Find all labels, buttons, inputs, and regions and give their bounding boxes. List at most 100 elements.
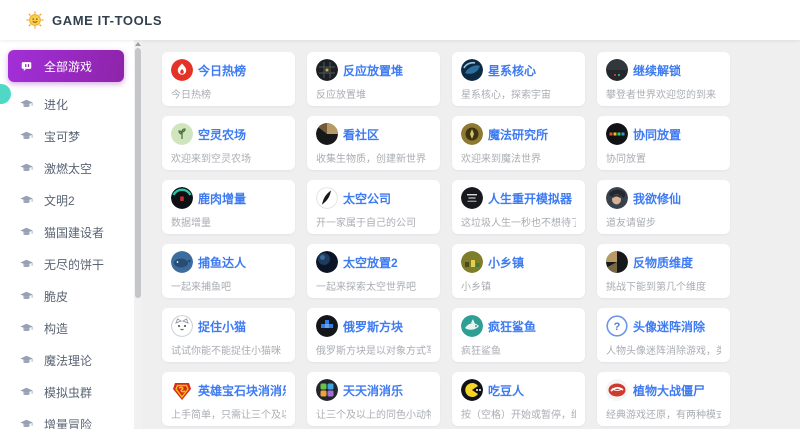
sidebar-item-5[interactable]: 猫国建设者 xyxy=(0,216,134,248)
sidebar-item-4[interactable]: 文明2 xyxy=(0,184,134,216)
game-card-header: 协同放置 xyxy=(606,123,721,145)
scrollbar-thumb[interactable] xyxy=(135,48,141,298)
sidebar-item-6[interactable]: 无尽的饼干 xyxy=(0,248,134,280)
game-card[interactable]: 太空放置2一起来探索太空世界吧 xyxy=(307,244,440,298)
graduation-cap-icon xyxy=(18,416,34,429)
game-card[interactable]: 反应放置堆反应放置堆 xyxy=(307,52,440,106)
game-card[interactable]: 植物大战僵尸经典游戏还原，有两种模式选择 xyxy=(597,372,730,426)
pie-tan2-icon xyxy=(606,251,628,273)
gold-rune-icon xyxy=(461,123,483,145)
game-card-header: 植物大战僵尸 xyxy=(606,379,721,401)
game-title-link[interactable]: 看社区 xyxy=(343,126,379,143)
game-card[interactable]: 太空公司开一家属于自己的公司 xyxy=(307,180,440,234)
game-card[interactable]: 继续解锁攀登者世界欢迎您的到来 xyxy=(597,52,730,106)
game-card-header: 吃豆人 xyxy=(461,379,576,401)
game-subtitle: 试试你能不能捉住小猫咪 xyxy=(171,342,286,357)
game-title-link[interactable]: 植物大战僵尸 xyxy=(633,382,705,399)
sidebar-item-11[interactable]: 增量冒险 xyxy=(0,408,134,429)
game-card[interactable]: 协同放置协同放置 xyxy=(597,116,730,170)
game-title-link[interactable]: 协同放置 xyxy=(633,126,681,143)
game-subtitle: 这垃圾人生一秒也不想待了 xyxy=(461,214,576,229)
graduation-cap-icon xyxy=(18,352,34,368)
game-card[interactable]: 疯狂鲨鱼疯狂鲨鱼 xyxy=(452,308,585,362)
game-card[interactable]: 今日热榜今日热榜 xyxy=(162,52,295,106)
sidebar-item-10[interactable]: 模拟虫群 xyxy=(0,376,134,408)
game-subtitle: 欢迎来到空灵农场 xyxy=(171,150,286,165)
text-screen-icon xyxy=(461,187,483,209)
rainbow-dark-icon xyxy=(606,123,628,145)
game-card[interactable]: 魔法研究所欢迎来到魔法世界 xyxy=(452,116,585,170)
game-card[interactable]: 小乡镇小乡镇 xyxy=(452,244,585,298)
game-card-header: 反应放置堆 xyxy=(316,59,431,81)
game-title-link[interactable]: 捉住小猫 xyxy=(198,318,246,335)
game-card-header: ?头像迷阵消除 xyxy=(606,315,721,337)
game-title-link[interactable]: 捕鱼达人 xyxy=(198,254,246,271)
sidebar-item-1[interactable]: 进化 xyxy=(0,88,134,120)
sidebar-nav: 全部游戏进化宝可梦激燃太空文明2猫国建设者无尽的饼干脆皮构造魔法理论模拟虫群增量… xyxy=(0,40,134,429)
game-title-link[interactable]: 魔法研究所 xyxy=(488,126,548,143)
game-card[interactable]: 捉住小猫试试你能不能捉住小猫咪 xyxy=(162,308,295,362)
game-title-link[interactable]: 太空放置2 xyxy=(343,254,398,271)
game-title-link[interactable]: 星系核心 xyxy=(488,62,536,79)
app-window: GAME IT-TOOLS 全部游戏进化宝可梦激燃太空文明2猫国建设者无尽的饼干… xyxy=(0,0,800,429)
game-card[interactable]: 英雄宝石块消消乐上手简单，只需让三个及以上的同色人物 xyxy=(162,372,295,426)
game-title-link[interactable]: 天天消消乐 xyxy=(343,382,403,399)
game-card[interactable]: 捕鱼达人一起来捕鱼吧 xyxy=(162,244,295,298)
game-card[interactable]: 我欲修仙道友请留步 xyxy=(597,180,730,234)
game-card-header: 疯狂鲨鱼 xyxy=(461,315,576,337)
game-card[interactable]: 俄罗斯方块俄罗斯方块是以对象方式写的，彩色俄罗 xyxy=(307,308,440,362)
game-card[interactable]: 吃豆人按（空格）开始或暂停，继续，键盘方向 xyxy=(452,372,585,426)
game-card[interactable]: 天天消消乐让三个及以上的同色小动物横竖相连即可 xyxy=(307,372,440,426)
tiles-icon xyxy=(316,379,338,401)
game-subtitle: 开一家属于自己的公司 xyxy=(316,214,431,229)
game-title-link[interactable]: 小乡镇 xyxy=(488,254,524,271)
game-title-link[interactable]: 太空公司 xyxy=(343,190,391,207)
top-bar: GAME IT-TOOLS xyxy=(0,0,800,40)
planet-icon xyxy=(461,59,483,81)
sidebar-item-3[interactable]: 激燃太空 xyxy=(0,152,134,184)
game-card-header: 太空放置2 xyxy=(316,251,431,273)
sidebar-item-0[interactable]: 全部游戏 xyxy=(8,50,124,82)
game-title-link[interactable]: 头像迷阵消除 xyxy=(633,318,705,335)
game-title-link[interactable]: 空灵农场 xyxy=(198,126,246,143)
sidebar-scrollbar[interactable] xyxy=(134,40,142,429)
game-title-link[interactable]: 继续解锁 xyxy=(633,62,681,79)
game-title-link[interactable]: 今日热榜 xyxy=(198,62,246,79)
scroll-up-arrow-icon[interactable] xyxy=(135,42,141,46)
game-card[interactable]: 空灵农场欢迎来到空灵农场 xyxy=(162,116,295,170)
game-title-link[interactable]: 吃豆人 xyxy=(488,382,524,399)
game-title-link[interactable]: 疯狂鲨鱼 xyxy=(488,318,536,335)
game-subtitle: 按（空格）开始或暂停，继续，键盘方向 xyxy=(461,406,576,421)
dark-screen-icon xyxy=(606,59,628,81)
sidebar-item-label: 宝可梦 xyxy=(44,128,80,145)
game-title-link[interactable]: 英雄宝石块消消乐 xyxy=(198,382,286,399)
game-title-link[interactable]: 我欲修仙 xyxy=(633,190,681,207)
game-title-link[interactable]: 反物质维度 xyxy=(633,254,693,271)
game-card[interactable]: 鹿肉增量数据增量 xyxy=(162,180,295,234)
cat-face-icon xyxy=(171,315,193,337)
shark-icon xyxy=(461,315,483,337)
game-card[interactable]: 看社区收集生物质，创建新世界 xyxy=(307,116,440,170)
game-title-link[interactable]: 反应放置堆 xyxy=(343,62,403,79)
sidebar-item-9[interactable]: 魔法理论 xyxy=(0,344,134,376)
game-card[interactable]: ?头像迷阵消除人物头像迷阵消除游戏，类似《宝石迷 xyxy=(597,308,730,362)
sidebar-item-8[interactable]: 构造 xyxy=(0,312,134,344)
game-title-link[interactable]: 俄罗斯方块 xyxy=(343,318,403,335)
game-subtitle: 小乡镇 xyxy=(461,278,576,293)
game-card-header: 人生重开模拟器 xyxy=(461,187,576,209)
game-title-link[interactable]: 人生重开模拟器 xyxy=(488,190,572,207)
game-card-header: 英雄宝石块消消乐 xyxy=(171,379,286,401)
game-card[interactable]: 人生重开模拟器这垃圾人生一秒也不想待了 xyxy=(452,180,585,234)
game-card-header: 太空公司 xyxy=(316,187,431,209)
pacman-icon xyxy=(461,379,483,401)
sidebar-item-2[interactable]: 宝可梦 xyxy=(0,120,134,152)
tetris-icon xyxy=(316,315,338,337)
page-title: GAME IT-TOOLS xyxy=(52,13,162,28)
game-card-header: 看社区 xyxy=(316,123,431,145)
game-card[interactable]: 星系核心星系核心，探索宇宙 xyxy=(452,52,585,106)
game-title-link[interactable]: 鹿肉增量 xyxy=(198,190,246,207)
sidebar-item-7[interactable]: 脆皮 xyxy=(0,280,134,312)
game-card-header: 今日热榜 xyxy=(171,59,286,81)
game-subtitle: 道友请留步 xyxy=(606,214,721,229)
game-card[interactable]: 反物质维度挑战下能到第几个维度 xyxy=(597,244,730,298)
